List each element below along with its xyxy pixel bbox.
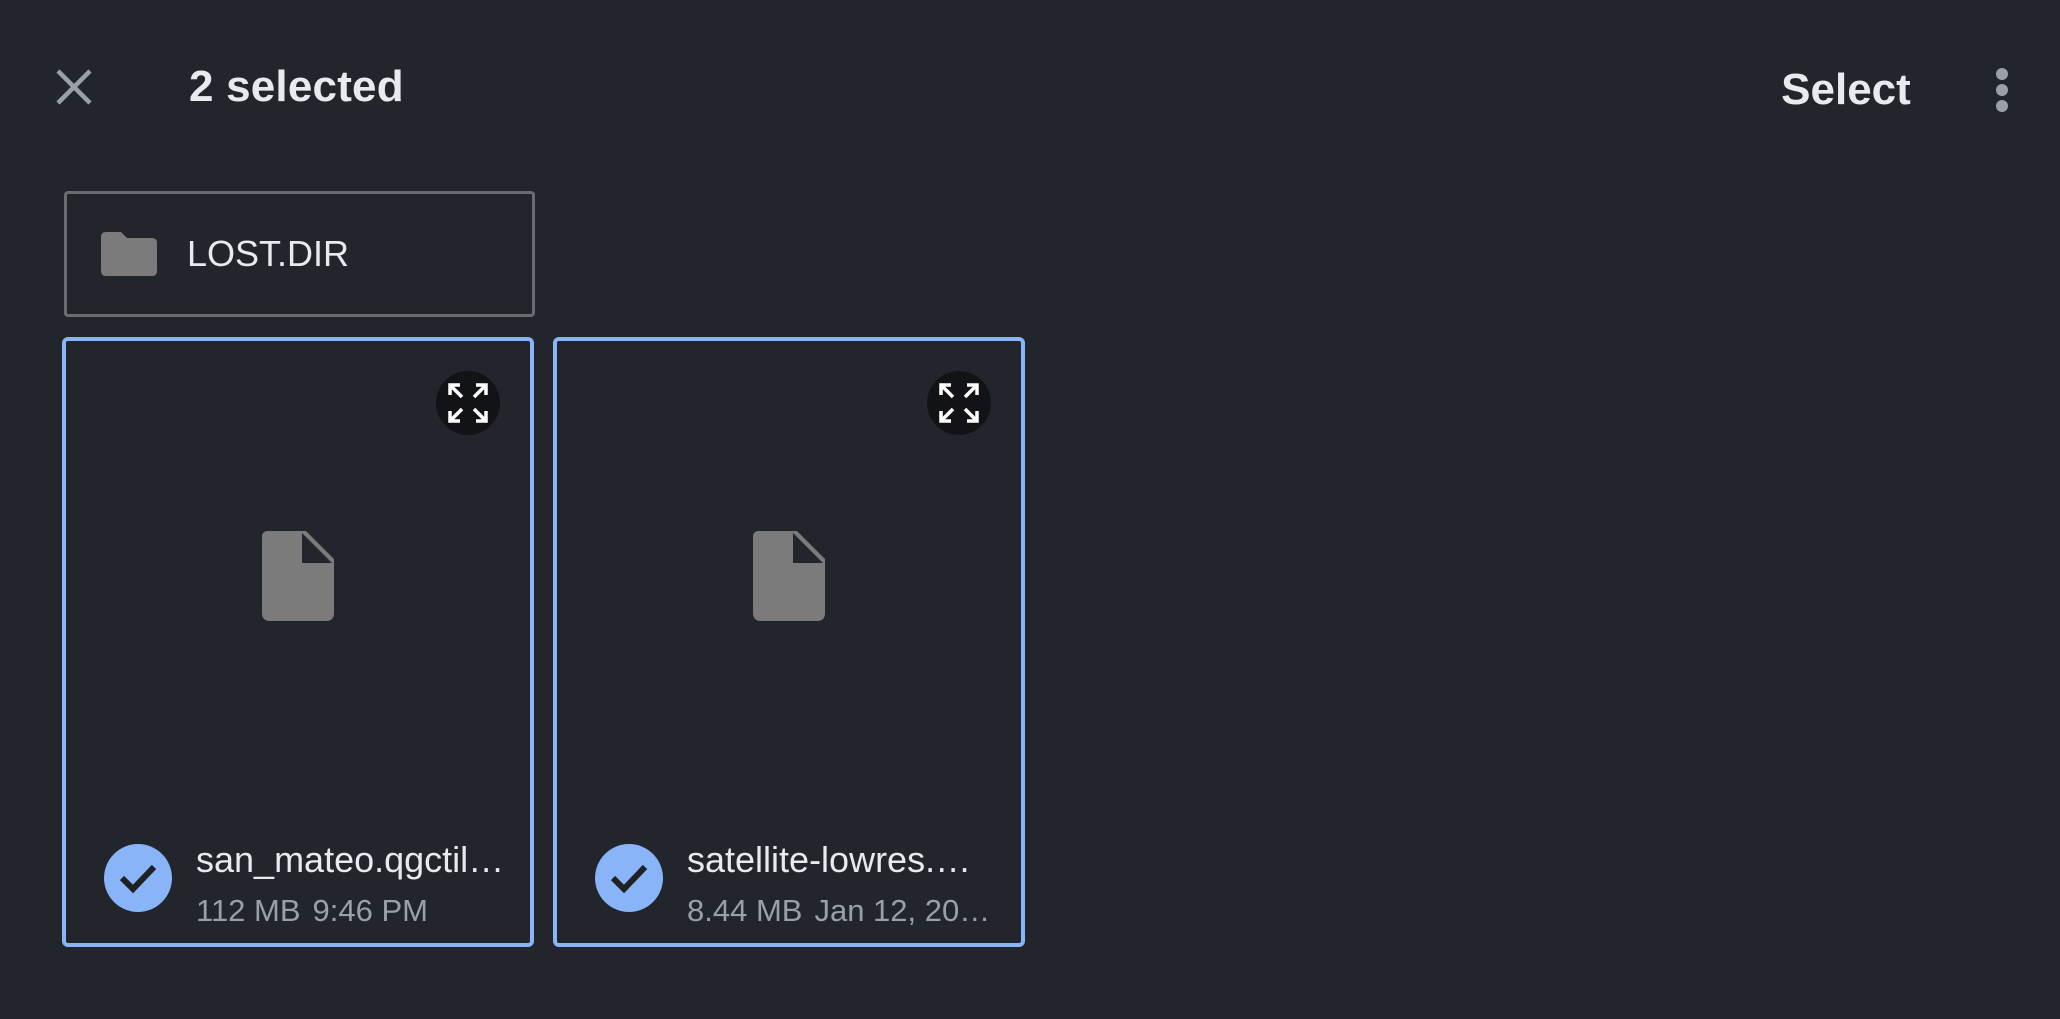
select-button[interactable]: Select (1756, 54, 1936, 126)
folder-name: LOST.DIR (187, 233, 350, 274)
file-size: 112 MB (196, 893, 301, 928)
preview-button[interactable] (436, 371, 500, 435)
folder-icon (101, 232, 157, 276)
file-date: Jan 12, 20… (814, 893, 991, 928)
file-card-san-mateo[interactable]: san_mateo.qgctil… 112 MB 9:46 PM (62, 337, 534, 947)
more-vert-icon (1996, 68, 2008, 112)
folder-item-lost-dir[interactable]: LOST.DIR (64, 191, 535, 317)
selection-count-title: 2 selected (189, 62, 404, 111)
file-name: satellite-lowres.… (687, 839, 972, 880)
document-icon (262, 531, 334, 621)
file-card-satellite-lowres[interactable]: satellite-lowres.… 8.44 MB Jan 12, 20… (553, 337, 1025, 947)
preview-button[interactable] (927, 371, 991, 435)
close-selection-button[interactable] (38, 51, 110, 123)
file-picker-screen: 2 selected Select LOST.DIR san_mateo.qgc… (0, 0, 2060, 1019)
document-icon (753, 531, 825, 621)
expand-icon (939, 383, 979, 423)
expand-icon (448, 383, 488, 423)
check-icon (610, 864, 648, 894)
file-meta: 8.44 MB Jan 12, 20… (687, 893, 1007, 929)
close-icon (56, 69, 92, 105)
more-options-button[interactable] (1966, 54, 2038, 126)
selected-check-badge[interactable] (104, 844, 172, 912)
file-name: san_mateo.qgctil… (196, 839, 505, 880)
file-date: 9:46 PM (312, 893, 428, 928)
selected-check-badge[interactable] (595, 844, 663, 912)
check-icon (119, 864, 157, 894)
file-meta: 112 MB 9:46 PM (196, 893, 516, 929)
file-size: 8.44 MB (687, 893, 803, 928)
